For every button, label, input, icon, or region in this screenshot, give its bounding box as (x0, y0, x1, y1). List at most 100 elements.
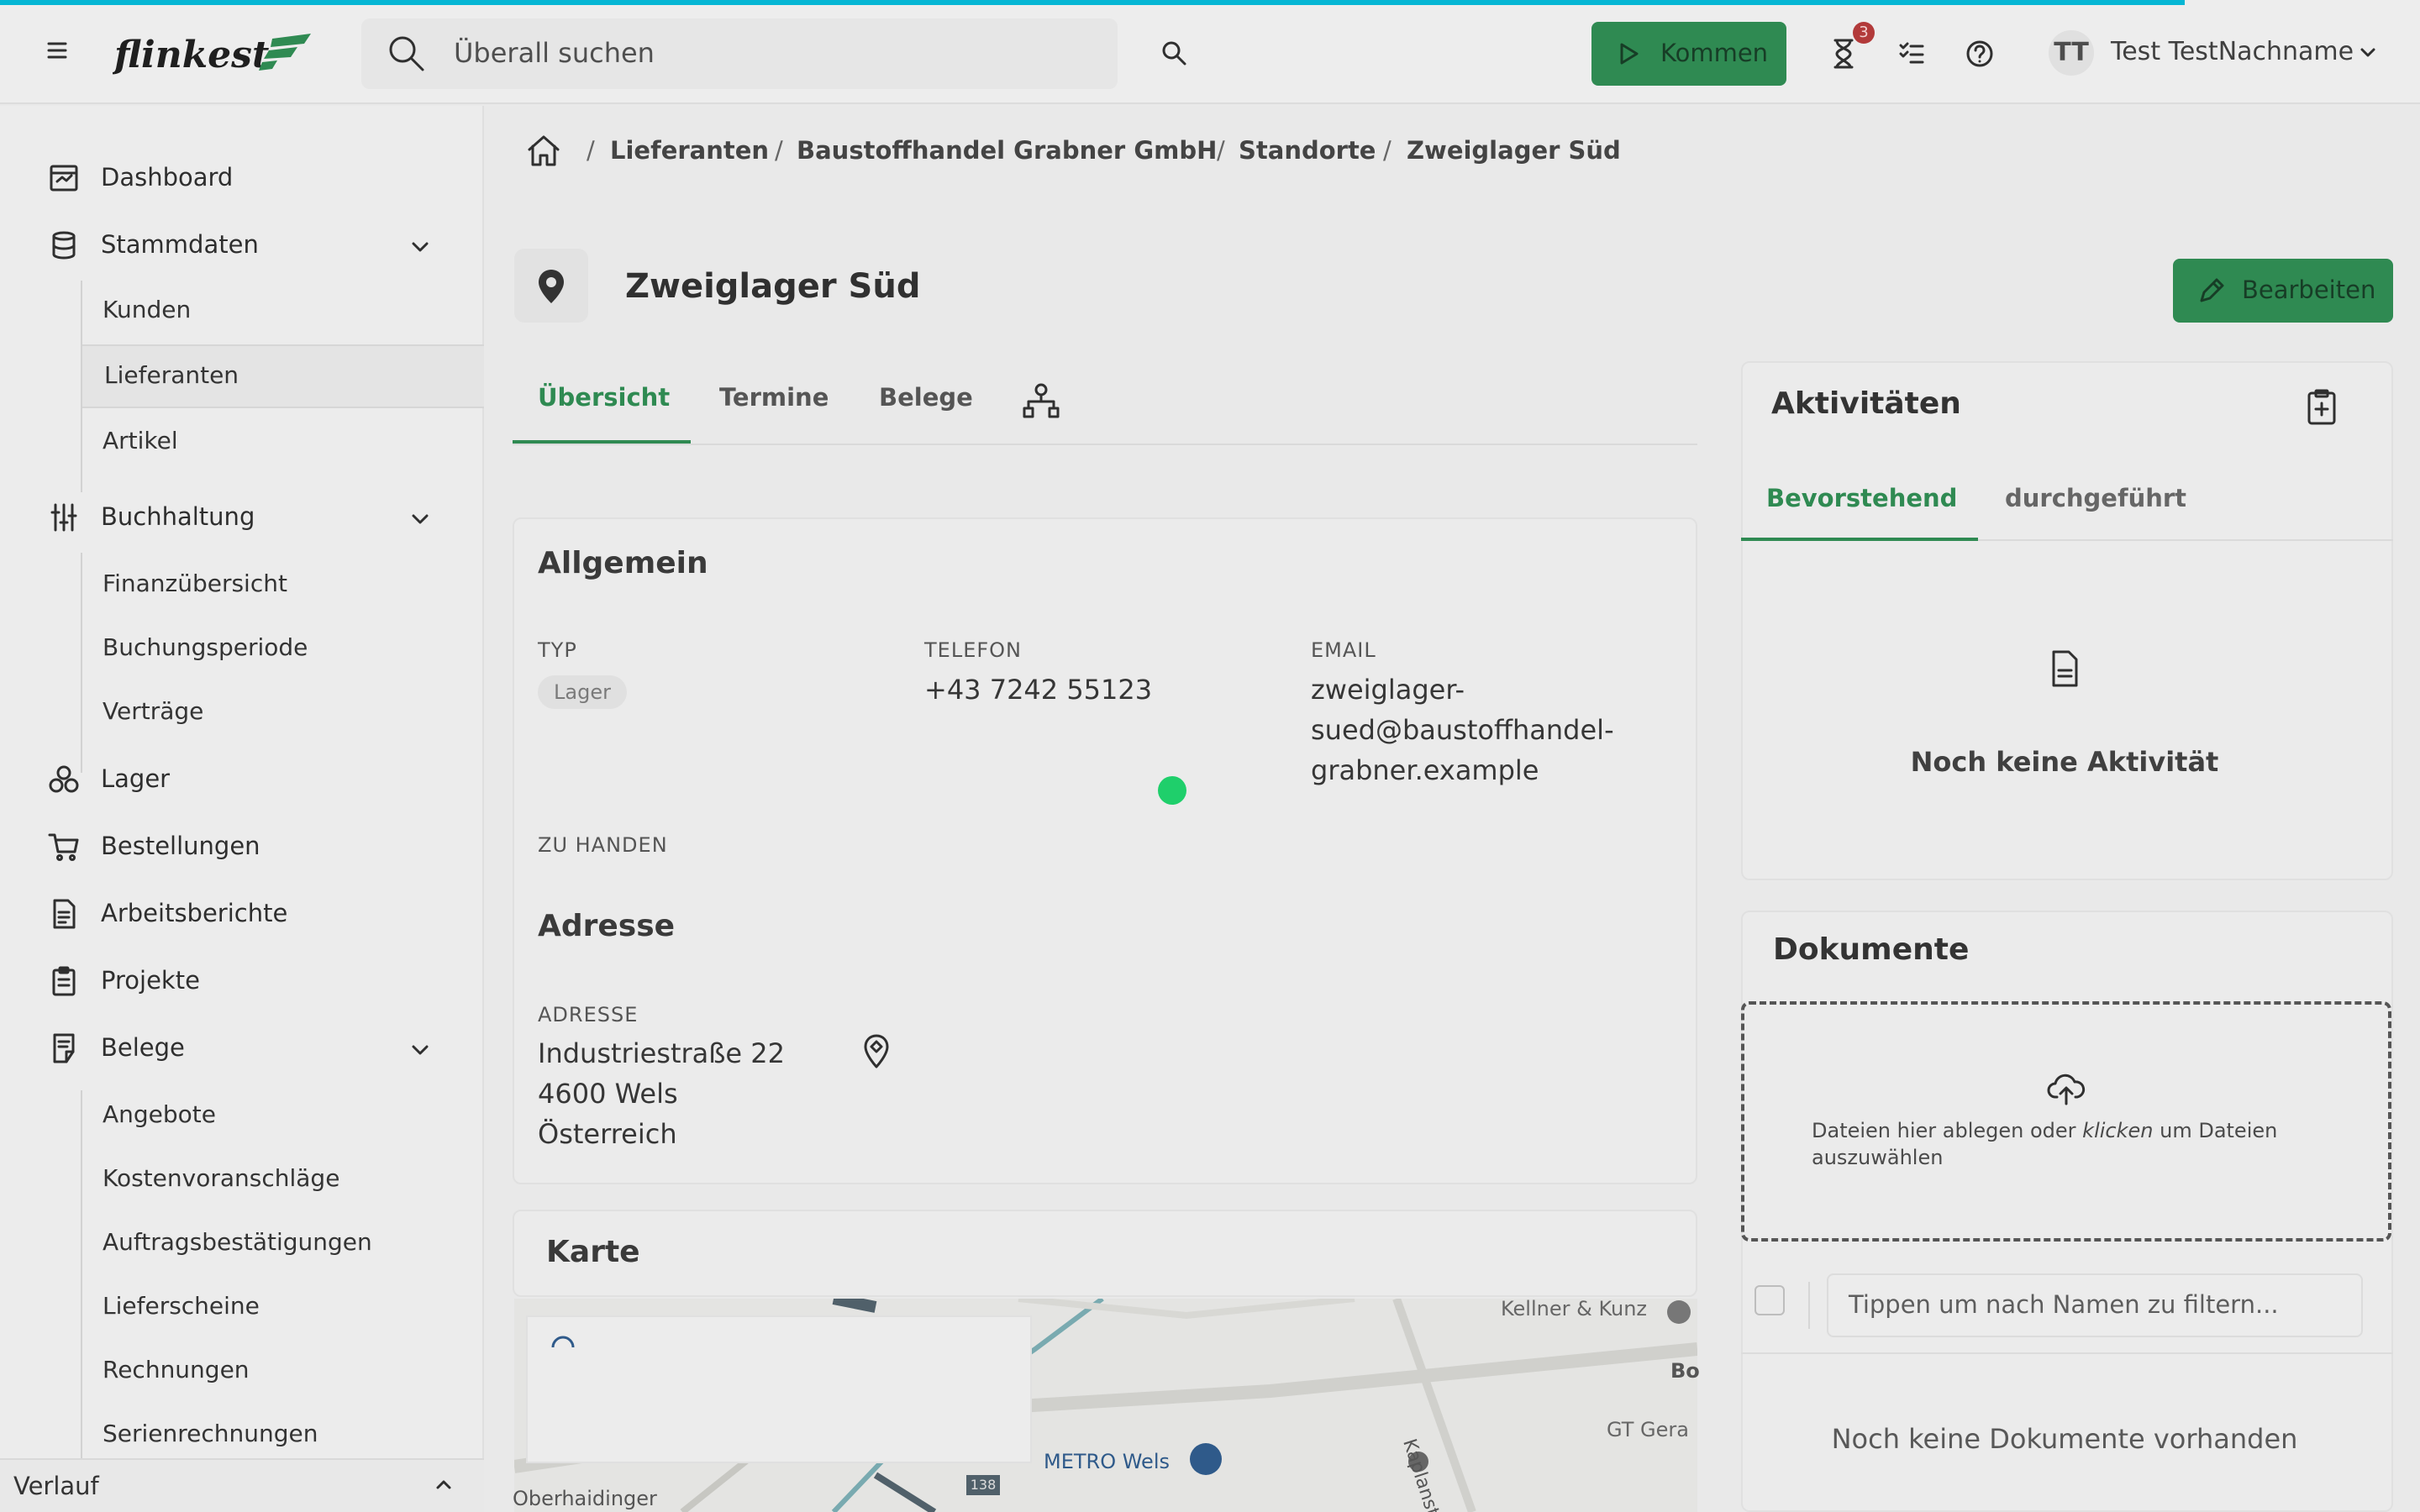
cart-icon (47, 830, 81, 864)
adresse-label: ADRESSE (538, 1003, 639, 1026)
sidebar-item-label: Buchhaltung (101, 502, 255, 531)
sidebar-item-buchhaltung[interactable]: Buchhaltung (0, 491, 484, 541)
map-pin-icon[interactable] (859, 1033, 894, 1072)
address-line: Industriestraße 22 (538, 1037, 785, 1069)
report-icon (47, 897, 81, 931)
receipt-icon (47, 1032, 81, 1065)
svg-text:flinkest: flinkest (113, 34, 269, 76)
map-label: Kellner & Kunz (1501, 1297, 1648, 1320)
breadcrumb-supplier[interactable]: Baustoffhandel Grabner GmbH (797, 136, 1217, 165)
sidebar-item-artikel[interactable]: Artikel (103, 427, 178, 454)
tab-belege[interactable]: Belege (879, 383, 973, 412)
user-name[interactable]: Test TestNachname (2111, 37, 2354, 66)
sidebar-item-stammdaten[interactable]: Stammdaten (0, 218, 484, 269)
edit-button[interactable]: Bearbeiten (2173, 259, 2393, 323)
typ-chip: Lager (538, 675, 627, 709)
search-input[interactable]: Überall suchen (454, 37, 655, 69)
hierarchy-icon[interactable] (1022, 381, 1060, 422)
sidebar-item-label: Stammdaten (101, 230, 259, 259)
breadcrumb-separator: / (1383, 136, 1392, 165)
dropzone-text-part: um Dateien (2153, 1119, 2278, 1142)
sidebar-item-bestellungen[interactable]: Bestellungen (0, 820, 484, 870)
tab-bevorstehend[interactable]: Bevorstehend (1766, 484, 1957, 512)
dropzone-click-link[interactable]: klicken (2082, 1119, 2153, 1142)
clipboard-icon (47, 964, 81, 998)
adresse-heading: Adresse (538, 909, 676, 943)
sidebar-item-auftragsbestaetigungen[interactable]: Auftragsbestätigungen (103, 1228, 372, 1256)
map-loading-panel (526, 1315, 1032, 1463)
sidebar-item-dashboard[interactable]: Dashboard (0, 151, 484, 202)
loading-progress-bar (0, 0, 2185, 5)
tab-termine[interactable]: Termine (719, 383, 829, 412)
sidebar-item-buchungsperiode[interactable]: Buchungsperiode (103, 633, 308, 661)
dropzone-text-part: Dateien hier ablegen oder (1812, 1119, 2083, 1142)
address-line: Österreich (538, 1118, 677, 1150)
sidebar-item-lieferscheine[interactable]: Lieferscheine (103, 1292, 260, 1320)
sidebar-item-projekte[interactable]: Projekte (0, 954, 484, 1005)
sidebar-item-finanzuebersicht[interactable]: Finanzübersicht (103, 570, 287, 597)
hamburger-menu-icon[interactable] (44, 37, 71, 64)
database-icon (47, 228, 81, 262)
sidebar-item-angebote[interactable]: Angebote (103, 1100, 216, 1128)
typ-label: TYP (538, 638, 577, 662)
verlauf-panel-toggle[interactable]: Verlauf (0, 1458, 484, 1512)
user-menu-chevron-icon[interactable] (2358, 42, 2378, 62)
map-label: GT Gera (1607, 1418, 1689, 1441)
select-all-checkbox[interactable] (1754, 1285, 1785, 1315)
breadcrumb-separator: / (775, 136, 783, 165)
chevron-down-icon (407, 234, 434, 260)
telefon-label: TELEFON (924, 638, 1023, 662)
cursor-indicator (1158, 776, 1186, 805)
empty-document-icon (2047, 648, 2082, 689)
sidebar-item-kostenvoranschlaege[interactable]: Kostenvoranschläge (103, 1164, 339, 1192)
logo[interactable]: flinkest (113, 24, 314, 77)
kommen-label: Kommen (1660, 39, 1769, 67)
help-icon[interactable] (1965, 39, 1995, 69)
sidebar-item-kunden[interactable]: Kunden (103, 296, 191, 323)
home-icon[interactable] (524, 131, 563, 170)
sidebar-item-rechnungen[interactable]: Rechnungen (103, 1356, 250, 1383)
clipboard-add-icon[interactable] (2304, 388, 2339, 427)
breadcrumb-separator: / (1217, 136, 1225, 165)
map-card-header (513, 1210, 1697, 1297)
sidebar-item-label: Lager (101, 764, 171, 793)
sidebar-item-label: Bestellungen (101, 832, 260, 860)
hourglass-icon[interactable] (1828, 37, 1859, 71)
sidebar-item-lager[interactable]: Lager (0, 753, 484, 803)
task-list-icon[interactable] (1897, 39, 1926, 67)
breadcrumb-lieferanten[interactable]: Lieferanten (610, 136, 769, 165)
address-line: 4600 Wels (538, 1078, 678, 1110)
activities-card (1741, 361, 2393, 880)
sidebar-item-lieferanten[interactable]: Lieferanten (104, 361, 239, 389)
tab-durchgefuehrt[interactable]: durchgeführt (2005, 484, 2186, 512)
breadcrumb-standorte[interactable]: Standorte (1239, 136, 1376, 165)
active-tab-indicator (1741, 538, 1978, 541)
map-label: Oberhaidinger (513, 1487, 657, 1510)
submenu-rail (81, 281, 82, 492)
search-submit-icon[interactable] (1160, 39, 1188, 67)
shop-map-icon (1190, 1443, 1222, 1475)
avatar[interactable]: TT (2049, 30, 2094, 76)
email-value[interactable]: zweiglager- sued@baustoffhandel- grabner… (1311, 669, 1614, 790)
verlauf-label: Verlauf (13, 1472, 99, 1500)
documents-empty-text: Noch keine Dokumente vorhanden (1831, 1423, 2298, 1455)
edit-label: Bearbeiten (2242, 276, 2376, 304)
tab-uebersicht[interactable]: Übersicht (538, 383, 670, 412)
sidebar-item-arbeitsberichte[interactable]: Arbeitsberichte (0, 887, 484, 937)
sidebar-item-label: Dashboard (101, 163, 234, 192)
kommen-button[interactable]: Kommen (1591, 22, 1786, 86)
sidebar-item-vertraege[interactable]: Verträge (103, 697, 203, 725)
divider (1808, 1282, 1810, 1329)
breadcrumb-current: Zweiglager Süd (1407, 136, 1621, 165)
sidebar-item-serienrechnungen[interactable]: Serienrechnungen (103, 1420, 318, 1447)
sidebar-item-belege[interactable]: Belege (0, 1021, 484, 1072)
telefon-value[interactable]: +43 7242 55123 (924, 669, 1152, 710)
dashboard-icon (47, 161, 81, 195)
activities-heading: Aktivitäten (1771, 386, 1961, 421)
submenu-rail (81, 553, 82, 773)
email-line: sued@baustoffhandel- (1311, 714, 1614, 746)
page-title: Zweiglager Süd (625, 267, 921, 306)
adresse-value: Industriestraße 22 4600 Wels Österreich (538, 1033, 785, 1154)
cloud-upload-icon (2047, 1072, 2086, 1105)
divider (1741, 1352, 2393, 1354)
